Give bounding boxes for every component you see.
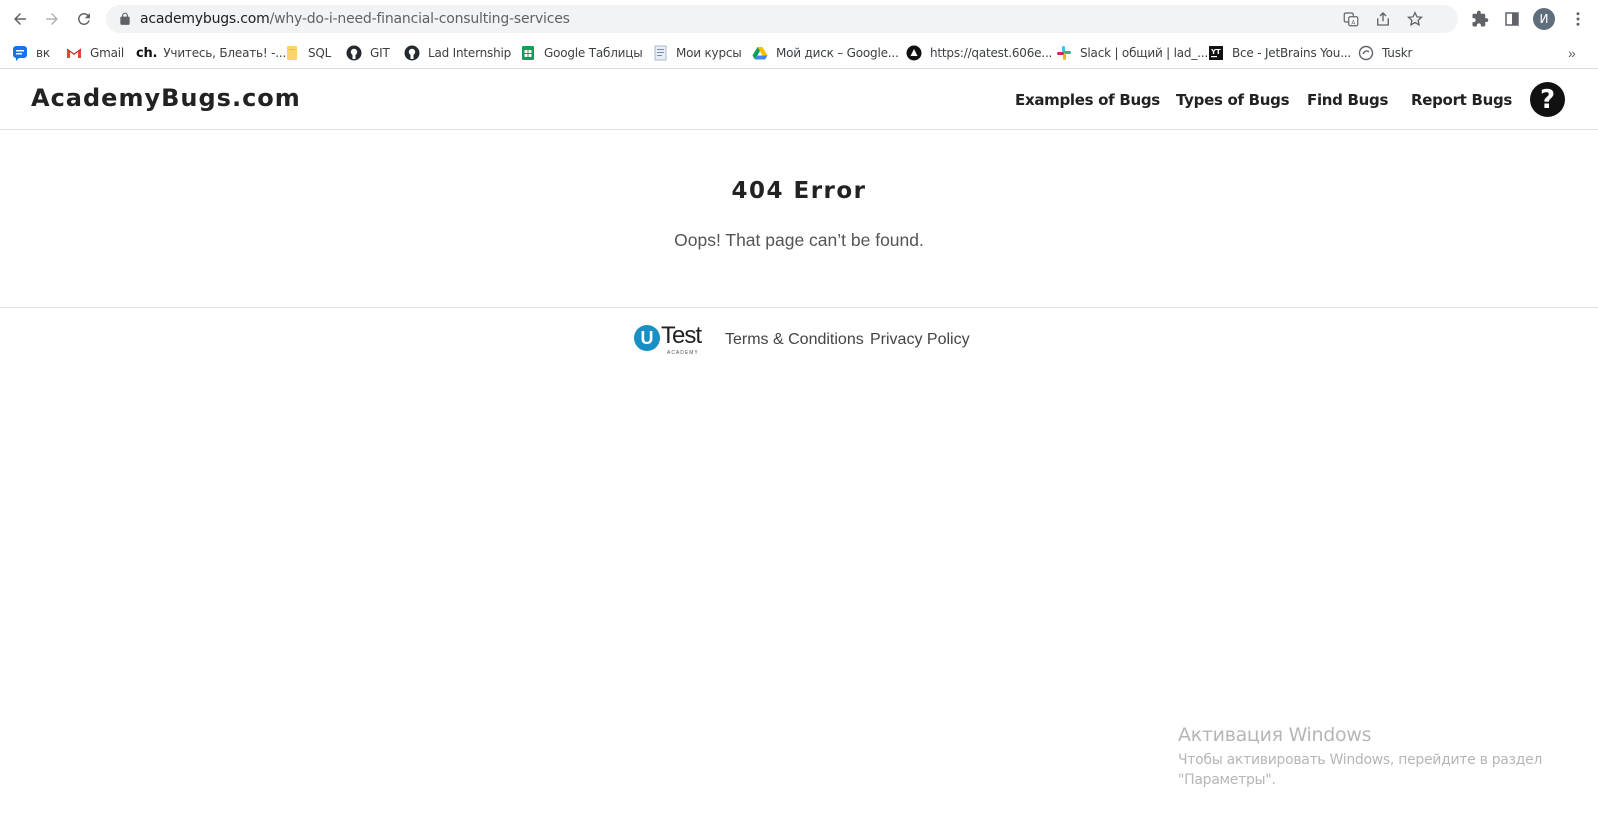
jetbrains-icon: YT [1208, 45, 1224, 61]
bookmark-vk[interactable]: вк [12, 43, 50, 63]
nav-examples-of-bugs[interactable]: Examples of Bugs [1015, 91, 1160, 109]
footer-divider [0, 307, 1598, 308]
side-panel-button[interactable] [1498, 5, 1526, 33]
slack-icon [1056, 45, 1072, 61]
svg-text:YT: YT [1210, 48, 1221, 56]
bookmark-sql[interactable]: SQL [284, 43, 331, 63]
menu-button[interactable] [1564, 5, 1592, 33]
utest-logo-text: Test [661, 322, 702, 349]
github-icon [346, 45, 362, 61]
utest-logo-sub: ACADEMY [667, 350, 699, 356]
bookmark-google-sheets[interactable]: Google Таблицы [520, 43, 643, 63]
bookmark-git[interactable]: GIT [346, 43, 390, 63]
kebab-menu-icon [1576, 12, 1580, 26]
error-message: Oops! That page can’t be found. [674, 230, 924, 250]
url-path: /why-do-i-need-financial-consulting-serv… [269, 11, 570, 27]
windows-activation-title: Активация Windows [1178, 724, 1372, 746]
browser-toolbar: academybugs.com/why-do-i-need-financial-… [0, 0, 1598, 37]
reload-button[interactable] [70, 5, 98, 33]
more-bookmarks-button[interactable]: » [1568, 45, 1576, 61]
tuskr-icon [1358, 45, 1374, 61]
lock-icon [120, 12, 130, 25]
bookmark-google-drive[interactable]: Мой диск – Google... [752, 43, 899, 63]
bookmark-lad-internship[interactable]: Lad Internship [404, 43, 511, 63]
bookmark-gmail[interactable]: Gmail [66, 43, 124, 63]
profile-avatar[interactable]: И [1533, 8, 1555, 30]
bookmarks-bar: вк Gmail ch. Учитесь, Блеать! -... SQL G… [0, 37, 1598, 69]
windows-activation-text: Чтобы активировать Windows, перейдите в … [1178, 752, 1543, 788]
site-logo[interactable]: AcademyBugs.com [31, 84, 301, 112]
forward-button[interactable] [38, 5, 66, 33]
github-icon [404, 45, 420, 61]
arrow-left-icon [14, 13, 26, 25]
reload-icon [78, 12, 90, 25]
sheets-icon [520, 45, 536, 61]
help-icon[interactable]: ? [1530, 82, 1565, 117]
gmail-icon [66, 45, 82, 61]
arrow-right-icon [46, 13, 58, 25]
nav-report-bugs[interactable]: Report Bugs [1411, 91, 1512, 109]
address-bar[interactable]: academybugs.com/why-do-i-need-financial-… [106, 5, 1458, 33]
utest-academy-logo[interactable]: U Test ACADEMY [634, 322, 706, 357]
utest-logo-u: U [634, 325, 660, 351]
ch-icon: ch. [136, 45, 158, 61]
star-icon[interactable] [1406, 10, 1424, 28]
translate-icon[interactable]: A [1342, 10, 1360, 28]
privacy-policy-link[interactable]: Privacy Policy [870, 331, 970, 349]
nav-types-of-bugs[interactable]: Types of Bugs [1176, 91, 1290, 109]
bookmark-my-courses[interactable]: Мои курсы [652, 43, 742, 63]
bookmark-qatest[interactable]: https://qatest.606e... [906, 43, 1052, 63]
bookmark-learn[interactable]: ch. Учитесь, Блеать! -... [136, 43, 286, 63]
site-header: AcademyBugs.com Examples of Bugs Types o… [0, 70, 1598, 130]
extensions-button[interactable] [1466, 5, 1494, 33]
folder-icon [284, 45, 300, 61]
url-text: academybugs.com/why-do-i-need-financial-… [140, 11, 570, 27]
error-title: 404 Error [731, 178, 867, 204]
drive-icon [752, 45, 768, 61]
nav-find-bugs[interactable]: Find Bugs [1307, 91, 1388, 109]
puzzle-icon [1472, 10, 1489, 27]
document-icon [652, 45, 668, 61]
bookmark-tuskr[interactable]: Tuskr [1358, 43, 1412, 63]
vk-icon [12, 45, 28, 61]
terms-conditions-link[interactable]: Terms & Conditions [725, 331, 864, 349]
bookmark-slack[interactable]: Slack | общий | lad_... [1056, 43, 1208, 63]
share-icon[interactable] [1374, 10, 1392, 28]
triangle-icon [906, 45, 922, 61]
side-panel-icon [1505, 12, 1519, 26]
back-button[interactable] [6, 5, 34, 33]
bookmark-jetbrains[interactable]: YT Все - JetBrains You... [1208, 43, 1351, 63]
url-host: academybugs.com [140, 11, 270, 27]
